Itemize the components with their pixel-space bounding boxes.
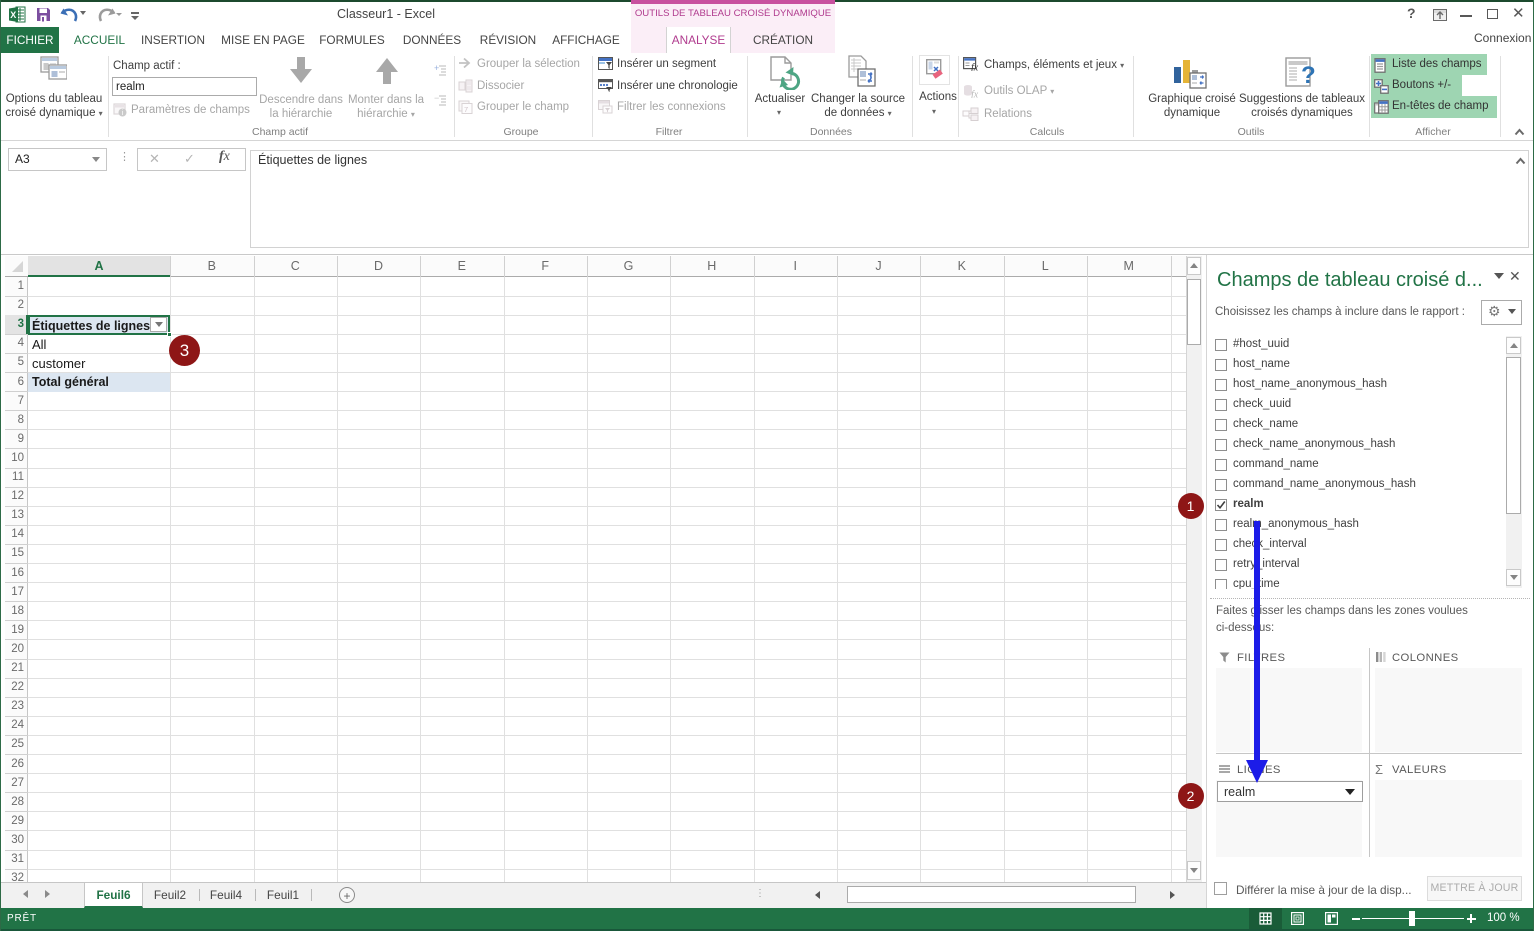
svg-text:+: + <box>434 63 439 73</box>
svg-text:X: X <box>10 10 16 20</box>
svg-text:7: 7 <box>464 105 468 114</box>
svg-text:−: − <box>434 93 439 103</box>
svg-text:fx: fx <box>971 63 979 72</box>
svg-text:?: ? <box>1301 62 1316 89</box>
svg-text:fx: fx <box>971 90 979 99</box>
